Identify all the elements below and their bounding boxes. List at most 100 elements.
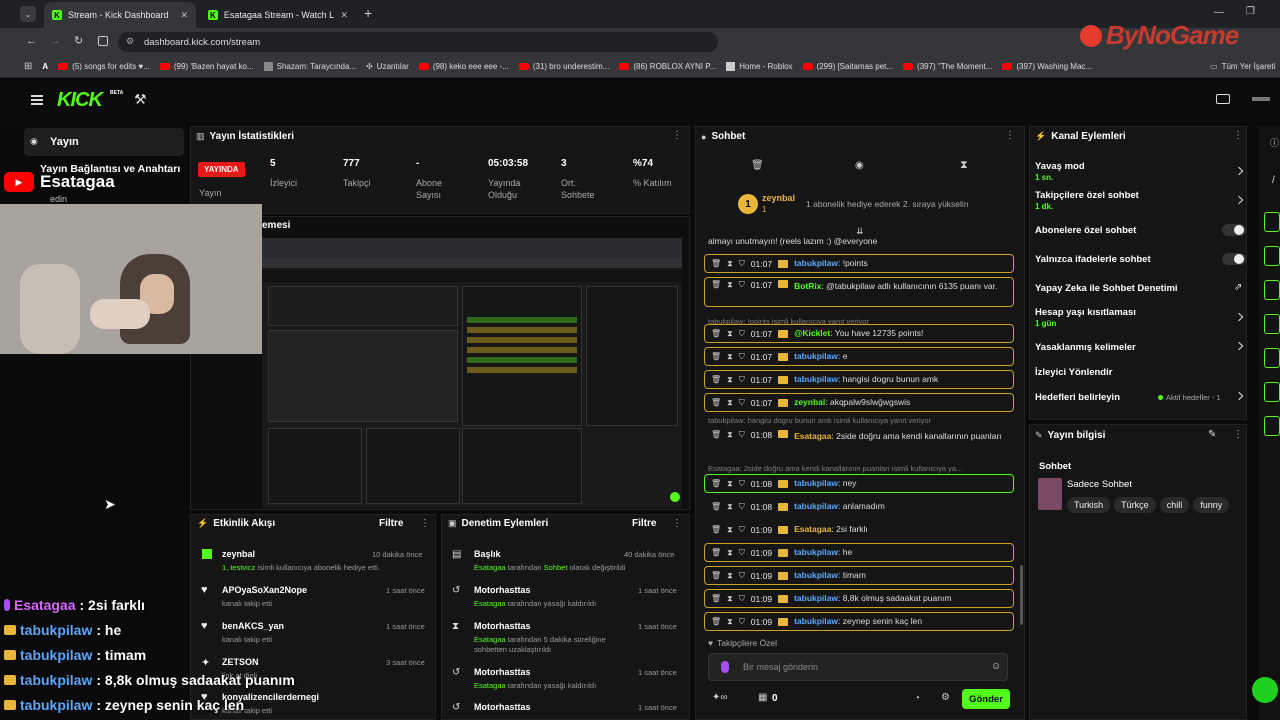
trash-icon[interactable]: 🗑 [751, 160, 764, 171]
bookmark-item[interactable]: (31) bro underestim... [518, 62, 609, 71]
message-user[interactable]: @Kicklet [794, 328, 830, 338]
hourglass-icon[interactable]: ⧗ [727, 617, 733, 627]
followers-chat-setting[interactable]: Takipçilere özel sohbet 1 dk. [1035, 190, 1139, 211]
trash-icon[interactable]: 🗑 [711, 594, 721, 603]
message-user[interactable]: tabukpilaw [794, 478, 838, 488]
trash-icon[interactable]: 🗑 [711, 502, 721, 511]
close-icon[interactable]: ✕ [180, 10, 188, 21]
more-options-icon[interactable]: ⋮ [672, 130, 682, 141]
back-icon[interactable]: ← [26, 35, 37, 47]
ai-moderation-setting[interactable]: Yapay Zeka ile Sohbet Denetimi [1035, 283, 1178, 294]
moderation-row[interactable]: ↺ Motorhasttas Esatagaa tarafından yasağ… [452, 667, 684, 690]
shield-icon[interactable]: ⛉ [739, 502, 745, 512]
hourglass-icon[interactable]: ⧗ [727, 329, 733, 339]
message-user[interactable]: tabukpilaw [794, 501, 838, 511]
apps-grid-icon[interactable]: ⊞ [24, 61, 32, 72]
gift-box-icon[interactable]: ▦ [758, 692, 767, 703]
chat-message[interactable]: 🗑 ⧗ ⛉ 01:09 tabukpilaw: zeynep senin kaç len [704, 612, 1014, 631]
chat-message[interactable]: 🗑 ⧗ ⛉ 01:07 zeynbal: akqpalw9slwğwgswis [704, 393, 1014, 412]
rail-button[interactable] [1264, 280, 1280, 300]
profile-bar[interactable] [1252, 97, 1270, 101]
message-user[interactable]: Esatagaa [794, 524, 831, 534]
shield-icon[interactable]: ⛉ [739, 352, 745, 362]
chat-scrollbar[interactable] [1020, 565, 1023, 625]
moderation-row[interactable]: ▤ Başlık Esatagaa tarafından Sohbet olar… [452, 549, 684, 572]
rail-button[interactable] [1264, 382, 1280, 402]
chat-message[interactable]: 🗑 ⧗ ⛉ 01:08 tabukpilaw: ney [704, 474, 1014, 493]
chat-settings-bubble-icon[interactable]: ◔ [914, 693, 920, 704]
split-view-icon[interactable] [98, 36, 108, 46]
rail-button[interactable] [1264, 348, 1280, 368]
bookmark-item[interactable]: (397) "The Moment... [903, 62, 992, 71]
message-user[interactable]: tabukpilaw [794, 616, 838, 626]
activity-row[interactable]: ♥ APOyaSoXan2Nope kanalı takip etti 1 sa… [201, 584, 432, 608]
tag-pill[interactable]: Turkish [1067, 497, 1111, 513]
kicks-icon[interactable]: ✦∞ [712, 692, 728, 703]
hourglass-icon[interactable]: ⧗ [727, 525, 733, 535]
bookmark-item[interactable]: ✣ Uzantılar [366, 62, 409, 71]
chat-message[interactable]: 🗑 ⧗ ⛉ 01:07 BotRix: @tabukpilaw adlı kullanı… [704, 277, 1014, 307]
chat-message[interactable]: 🗑 ⧗ ⛉ 01:07 tabukpilaw: hangisi dogru bunun … [704, 370, 1014, 389]
bookmark-item[interactable]: (86) ROBLOX AYNI P... [619, 62, 716, 71]
popout-icon[interactable] [1216, 94, 1230, 104]
stream-preview-video[interactable] [262, 238, 682, 508]
message-user[interactable]: Esatagaa [794, 431, 831, 441]
info-icon[interactable]: ⓘ [1270, 136, 1280, 149]
chat-message[interactable]: 🗑 ⧗ ⛉ 01:09 tabukpilaw: 8,8k olmuş sadaakat … [704, 589, 1014, 608]
hourglass-icon[interactable]: ⧗ [727, 548, 733, 558]
chat-input[interactable]: Bir mesaj gönderin ☺ [708, 653, 1008, 681]
message-user[interactable]: tabukpilaw [794, 547, 838, 557]
chat-message[interactable]: 🗑 ⧗ ⛉ 01:07 tabukpilaw: !points [704, 254, 1014, 273]
activity-row[interactable]: ♥ benAKCS_yan kanalı takip etti 1 saat ö… [201, 620, 432, 644]
edit-icon[interactable]: / [1272, 175, 1280, 186]
message-user[interactable]: tabukpilaw [794, 570, 838, 580]
hourglass-icon[interactable]: ⧗ [727, 430, 733, 440]
pinned-user[interactable]: zeynbal [762, 193, 795, 203]
sidebar-item-yayin[interactable]: ◉ Yayın [24, 128, 184, 156]
bookmark-a[interactable]: A [42, 62, 48, 71]
chat-message[interactable]: 🗑 ⧗ ⛉ 01:08 tabukpilaw: anlamadım [704, 497, 1014, 516]
trash-icon[interactable]: 🗑 [711, 280, 721, 289]
bookmark-item[interactable]: Home - Roblox [726, 62, 793, 71]
activity-row[interactable]: zeynbal 1, testvicz isimli kullanıcıya a… [202, 549, 432, 572]
shield-icon[interactable]: ⛉ [739, 479, 745, 489]
more-options-icon[interactable]: ⋮ [420, 518, 430, 529]
trash-icon[interactable]: 🗑 [711, 430, 721, 439]
tab-search-icon[interactable]: ⌄ [20, 6, 36, 22]
bookmark-item[interactable]: (299) [Saitamas pet... [802, 62, 893, 71]
menu-icon[interactable] [31, 95, 43, 105]
rail-button[interactable] [1264, 212, 1280, 232]
trash-icon[interactable]: 🗑 [711, 571, 721, 580]
send-button[interactable]: Gönder [962, 689, 1010, 709]
trash-icon[interactable]: 🗑 [711, 259, 721, 268]
reload-icon[interactable]: ↻ [74, 34, 83, 47]
hourglass-icon[interactable]: ⧗ [727, 502, 733, 512]
trash-icon[interactable]: 🗑 [711, 479, 721, 488]
goals-setting[interactable]: Hedefleri belirleyin [1035, 392, 1120, 403]
bookmark-item[interactable]: (5) songs for edits ♥... [58, 62, 150, 71]
hourglass-icon[interactable]: ⧗ [727, 352, 733, 362]
subscribers-chat-toggle[interactable] [1222, 224, 1246, 236]
tab-esatagaa-stream[interactable]: K Esatagaa Stream - Watch Live o ✕ [200, 2, 356, 28]
hourglass-icon[interactable]: ⧗ [727, 375, 733, 385]
shield-icon[interactable]: ⛉ [739, 398, 745, 408]
more-options-icon[interactable]: ⋮ [1233, 130, 1243, 141]
pin-icon[interactable]: ⚒ [134, 91, 147, 108]
more-options-icon[interactable]: ⋮ [1233, 429, 1243, 440]
shield-icon[interactable]: ⛉ [739, 571, 745, 581]
bookmark-item[interactable]: Shazam: Taraycında... [263, 62, 356, 71]
trash-icon[interactable]: 🗑 [711, 548, 721, 557]
tab-kick-dashboard[interactable]: K Stream - Kick Dashboard ✕ [44, 2, 196, 28]
shield-icon[interactable]: ⛉ [739, 259, 745, 269]
chat-message[interactable]: 🗑 ⧗ ⛉ 01:09 tabukpilaw: timam [704, 566, 1014, 585]
message-user[interactable]: zeynbal [794, 397, 825, 407]
activity-filter-button[interactable]: Filtre [379, 518, 403, 529]
all-bookmarks[interactable]: ▭ Tüm Yer İşareti [1210, 62, 1275, 71]
shield-icon[interactable]: ⛉ [739, 594, 745, 604]
shield-icon[interactable]: ⛉ [739, 525, 745, 535]
minimize-icon[interactable]: — [1214, 7, 1224, 18]
message-user[interactable]: tabukpilaw [794, 351, 838, 361]
viewer-redirect-setting[interactable]: İzleyici Yönlendir [1035, 367, 1112, 378]
forward-icon[interactable]: → [50, 35, 61, 47]
close-icon[interactable]: ✕ [340, 10, 348, 21]
